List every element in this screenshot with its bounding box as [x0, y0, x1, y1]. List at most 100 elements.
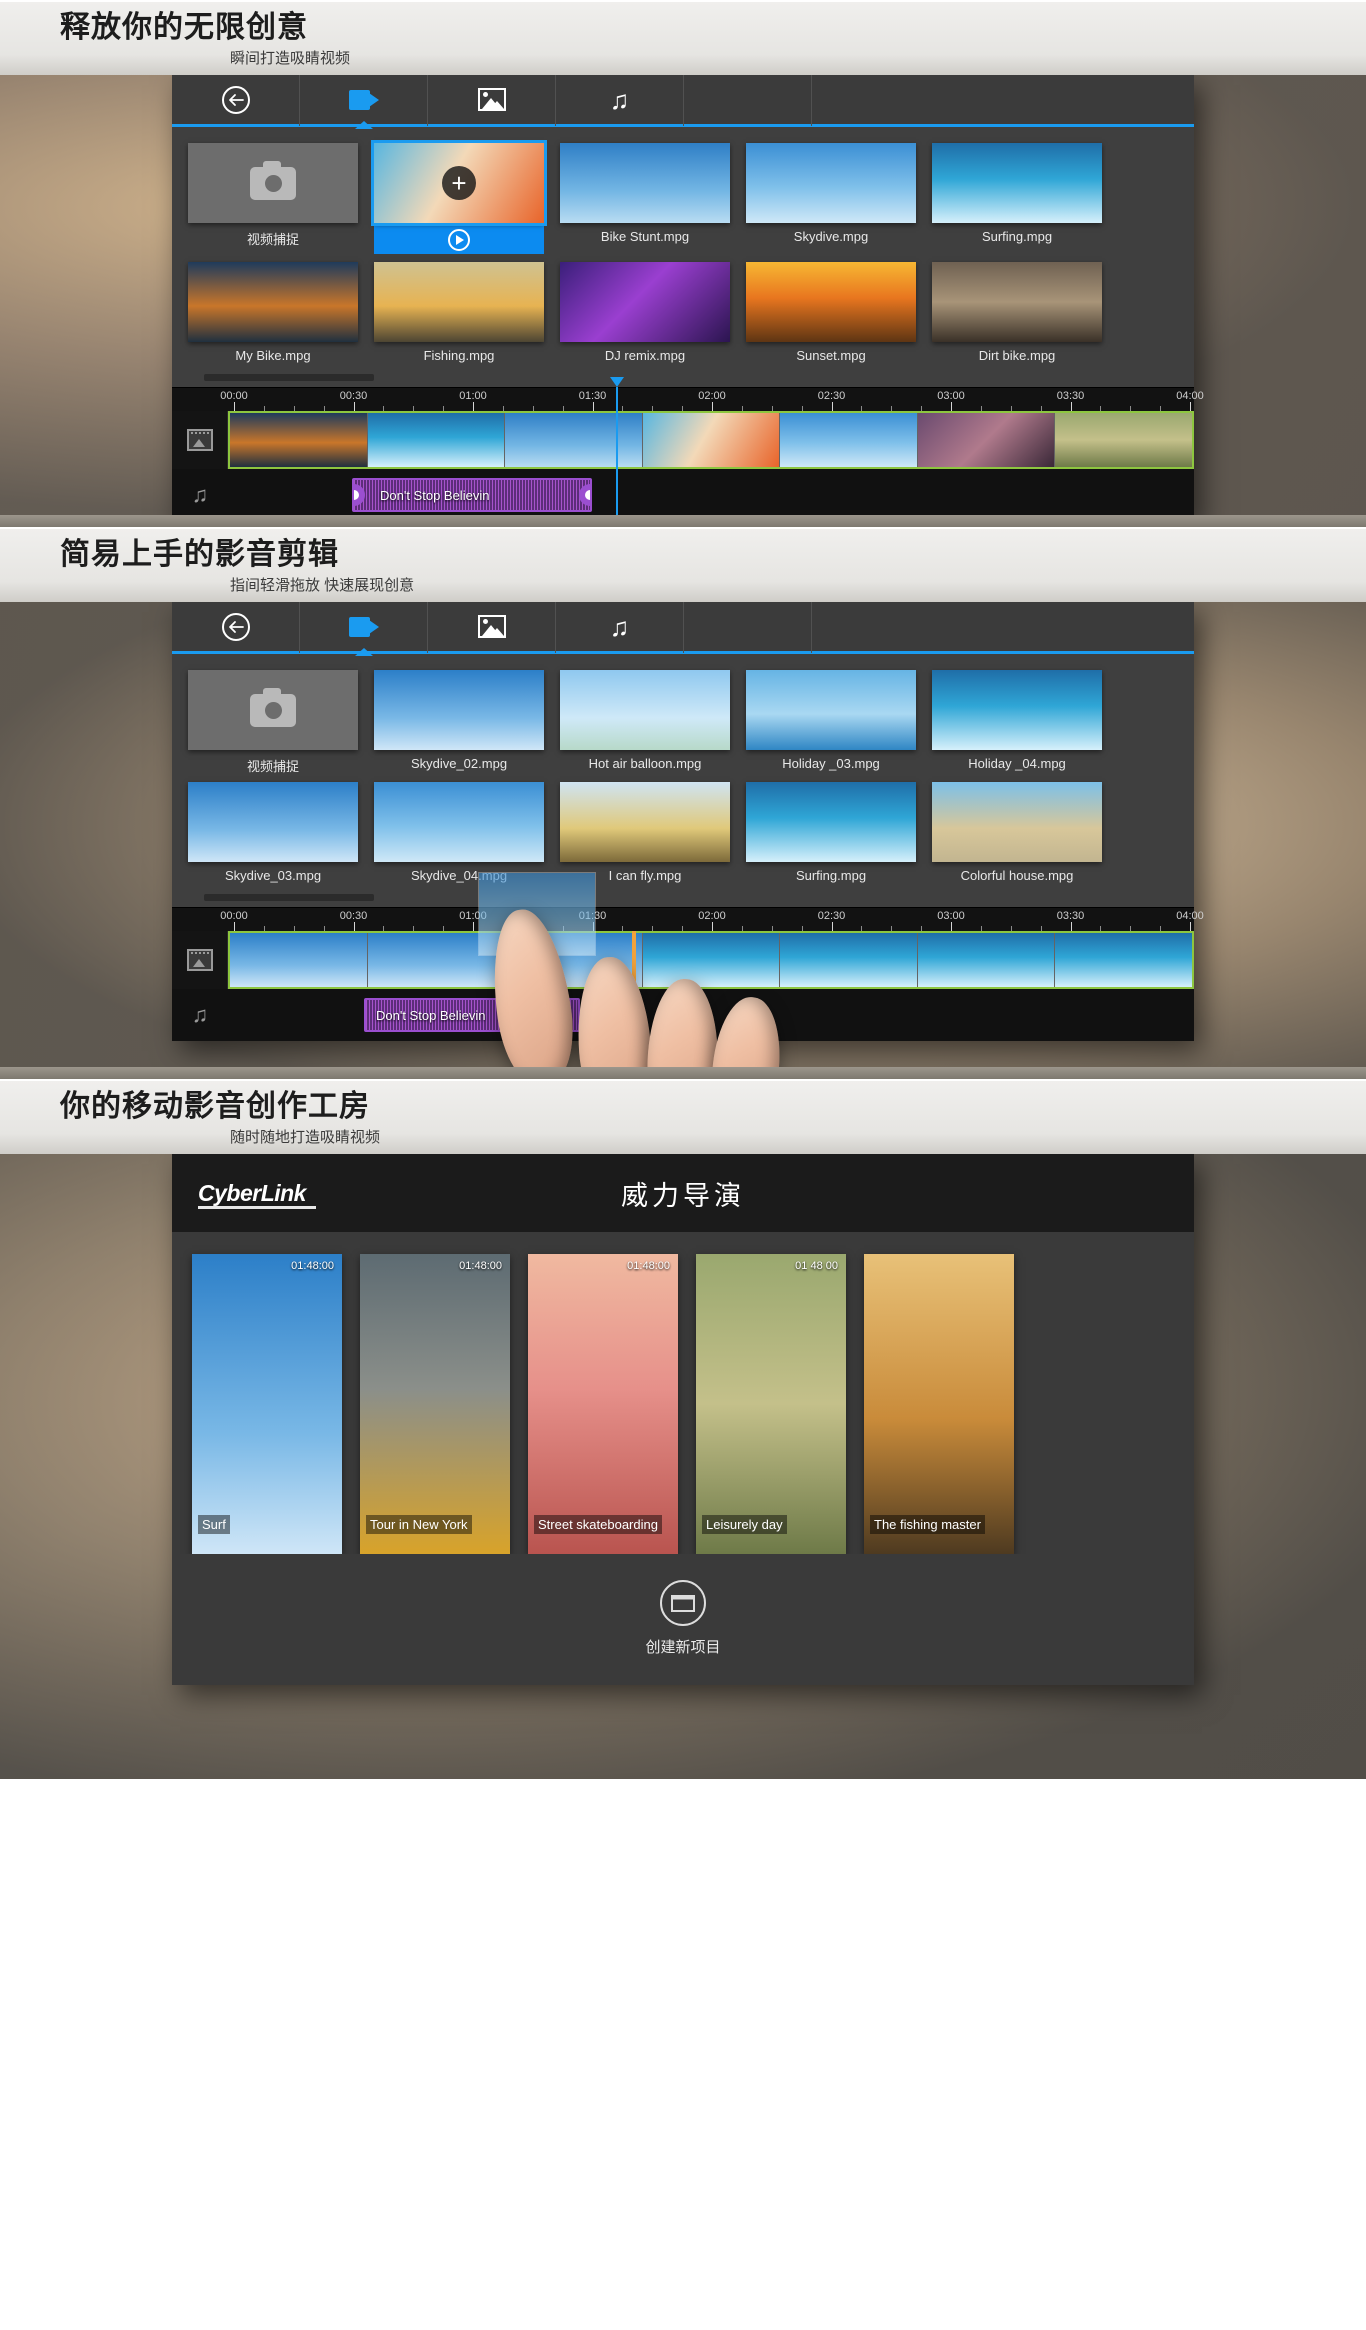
media-thumbnail — [932, 670, 1102, 750]
media-tile[interactable]: Holiday _03.mpg — [746, 670, 916, 774]
media-thumbnail — [188, 262, 358, 342]
media-thumbnail — [374, 262, 544, 342]
timeline-clip[interactable] — [642, 413, 781, 467]
timeline-clip[interactable] — [917, 933, 1056, 987]
library-scrollbar[interactable] — [204, 374, 374, 381]
clip-thumbnail — [780, 933, 917, 987]
ruler-tick — [831, 922, 833, 931]
play-icon[interactable] — [448, 229, 470, 251]
media-tile[interactable]: DJ remix.mpg — [560, 262, 730, 366]
library-scrollbar[interactable] — [204, 894, 374, 901]
timeline-clip[interactable] — [642, 933, 781, 987]
project-card[interactable]: 01 48 00 Leisurely day — [696, 1254, 846, 1554]
thumbnail-image — [188, 262, 358, 342]
media-tile[interactable]: Surfing.mpg — [746, 782, 916, 886]
capture-thumb — [188, 670, 358, 750]
ruler-label: 02:00 — [698, 910, 726, 922]
media-tile[interactable]: Bike Stunt.mpg — [560, 143, 730, 254]
image-icon — [477, 615, 506, 638]
project-card[interactable]: The fishing master — [864, 1254, 1014, 1554]
timeline-clip[interactable] — [917, 413, 1056, 467]
media-thumbnail — [746, 262, 916, 342]
playhead[interactable] — [610, 377, 624, 515]
timeline-clip[interactable] — [1055, 413, 1192, 467]
media-tile[interactable]: My Bike.mpg — [188, 262, 358, 366]
back-button[interactable] — [172, 600, 300, 653]
media-tile[interactable]: Fishing.mpg — [374, 262, 544, 366]
ruler-label: 00:30 — [339, 390, 368, 402]
tab-extra[interactable] — [684, 73, 812, 126]
project-card[interactable]: 01:48:00 Street skateboarding — [528, 1254, 678, 1554]
timeline-clip[interactable] — [1055, 933, 1192, 987]
media-tile[interactable]: Dirt bike.mpg — [932, 262, 1102, 366]
media-thumbnail — [560, 262, 730, 342]
media-tile[interactable]: Holiday _04.mpg — [932, 670, 1102, 774]
tab-audio[interactable]: ♫ — [556, 73, 684, 126]
ruler-label: 03:00 — [937, 910, 965, 922]
media-tile-selected[interactable]: + — [371, 140, 547, 254]
new-project-button[interactable]: 创建新项目 — [172, 1554, 1194, 1685]
music-note-icon: ♫ — [609, 84, 630, 115]
audio-clip[interactable]: Don't Stop Believin — [352, 478, 592, 512]
media-tile[interactable]: Skydive_03.mpg — [188, 782, 358, 886]
music-note-icon: ♫ — [609, 611, 630, 642]
project-title: Leisurely day — [702, 1515, 787, 1534]
ruler-label: 01:30 — [578, 390, 607, 402]
music-note-icon: ♫ — [191, 1002, 209, 1027]
new-project-label: 创建新项目 — [645, 1639, 721, 1656]
ruler-tick — [951, 402, 952, 411]
clip-thumbnail — [367, 413, 505, 467]
clip-thumbnail — [780, 413, 917, 467]
audio-track[interactable]: ♫ Don't Stop Believin — [172, 469, 1194, 515]
tab-video[interactable] — [300, 73, 428, 126]
media-label: DJ remix.mpg — [604, 348, 686, 363]
media-library-2: 视频捕捉 Skydive_02.mpg Hot air balloon.mpg … — [172, 654, 1194, 907]
video-camera-icon — [348, 89, 379, 110]
media-tile[interactable]: Sunset.mpg — [746, 262, 916, 366]
timeline-ruler[interactable]: 00:0000:3001:0001:3002:0002:3003:0003:30… — [172, 907, 1204, 931]
timeline-clip[interactable] — [367, 413, 506, 467]
tab-audio[interactable]: ♫ — [556, 600, 684, 653]
media-thumbnail: + — [371, 140, 547, 226]
add-to-timeline-icon[interactable]: + — [442, 166, 476, 200]
timeline-ruler[interactable]: 00:0000:3001:0001:3002:0002:3003:0003:30… — [172, 387, 1204, 411]
section-2-subheading: 指间轻滑拖放 快速展现创意 — [230, 577, 415, 594]
media-tile-dragging[interactable]: I can fly.mpg — [560, 782, 730, 886]
tab-extra[interactable] — [684, 600, 812, 653]
media-thumbnail — [746, 782, 916, 862]
media-tile[interactable]: Hot air balloon.mpg — [560, 670, 730, 774]
timeline-clip[interactable] — [230, 413, 368, 467]
media-tile[interactable]: Skydive_04.mpg — [374, 782, 544, 886]
video-track[interactable] — [172, 411, 1194, 469]
media-tile[interactable]: Colorful house.mpg — [932, 782, 1102, 886]
project-row: 01:48:00 Surf 01:48:00 Tour in New York 01:4… — [172, 1254, 1194, 1554]
ruler-tick — [353, 922, 355, 931]
ruler-tick — [1070, 402, 1072, 411]
tab-photo[interactable] — [428, 600, 556, 653]
back-button[interactable] — [172, 73, 300, 126]
project-card[interactable]: 01:48:00 Surf — [192, 1254, 342, 1554]
clip-thumbnail — [505, 413, 642, 467]
timeline-clip[interactable] — [780, 933, 918, 987]
video-clip-strip[interactable] — [228, 931, 1194, 989]
media-thumbnail — [560, 143, 730, 223]
media-thumbnail — [374, 782, 544, 862]
selected-play-bar[interactable] — [374, 226, 544, 254]
timeline-clip[interactable] — [780, 413, 918, 467]
capture-tile[interactable]: 视频捕捉 — [188, 670, 358, 774]
media-tile[interactable]: Skydive_02.mpg — [374, 670, 544, 774]
timeline-clip[interactable] — [230, 933, 368, 987]
media-label: Colorful house.mpg — [960, 868, 1074, 883]
audio-clip-name: Don't Stop Believin — [376, 1007, 486, 1023]
project-title: Street skateboarding — [534, 1515, 662, 1534]
video-clip-strip[interactable] — [228, 411, 1194, 469]
media-tile[interactable]: Surfing.mpg — [932, 143, 1102, 254]
tab-photo[interactable] — [428, 73, 556, 126]
ruler-label: 02:30 — [817, 910, 846, 922]
media-tile[interactable]: Skydive.mpg — [746, 143, 916, 254]
project-card[interactable]: 01:48:00 Tour in New York — [360, 1254, 510, 1554]
clapperboard-icon — [660, 1580, 706, 1626]
capture-tile[interactable]: 视频捕捉 — [188, 143, 358, 254]
tab-video[interactable] — [300, 600, 428, 653]
timeline-clip[interactable] — [505, 413, 643, 467]
